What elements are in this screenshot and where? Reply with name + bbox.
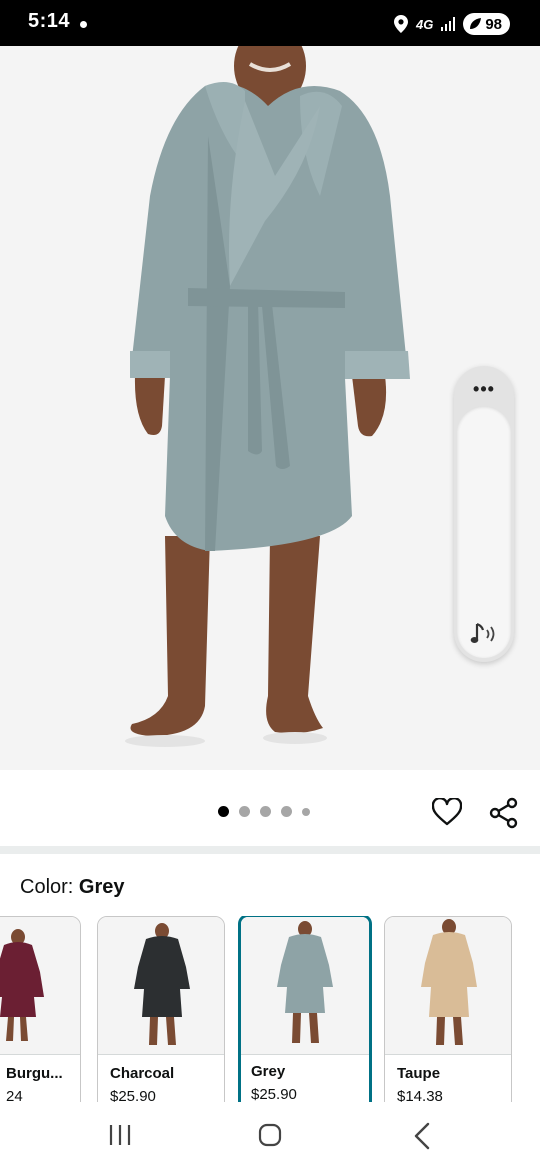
widget-menu-icon[interactable]: •••: [454, 380, 514, 398]
robe-thumbnail: [0, 929, 44, 1041]
pager-dot[interactable]: [281, 806, 292, 817]
swatch-name: Grey: [251, 1063, 286, 1080]
sound-note-icon[interactable]: [468, 618, 500, 650]
pager-dot[interactable]: [260, 806, 271, 817]
status-bar: 5:14 4G 98: [0, 0, 540, 46]
share-icon[interactable]: [489, 797, 519, 829]
swatch-image: [0, 917, 80, 1055]
swatch-price: $14.38: [397, 1088, 443, 1102]
image-pager[interactable]: [218, 806, 310, 817]
floating-audio-widget[interactable]: •••: [454, 366, 514, 662]
swatch-image: [385, 917, 511, 1055]
robe-thumbnail: [134, 923, 190, 1045]
swatch-image: [98, 917, 224, 1055]
product-image[interactable]: •••: [0, 46, 540, 770]
swatch-price: $25.90: [251, 1086, 297, 1102]
selected-color-name: Grey: [78, 876, 125, 898]
color-label: Color: Grey: [20, 876, 125, 899]
color-label-prefix: Color:: [20, 876, 79, 898]
home-icon[interactable]: [258, 1123, 282, 1147]
pager-dot-active[interactable]: [218, 806, 229, 817]
swatch-name: Charcoal: [110, 1065, 175, 1082]
color-swatch-charcoal[interactable]: Charcoal $25.90: [97, 916, 225, 1102]
swatch-price: 24: [6, 1088, 23, 1102]
battery-level: 98: [485, 15, 502, 33]
back-icon[interactable]: [411, 1122, 433, 1150]
status-indicators: 4G 98: [393, 12, 510, 36]
swatch-name: Burgu...: [6, 1065, 63, 1082]
battery-leaf-icon: [470, 18, 482, 29]
status-time: 5:14: [28, 10, 71, 32]
location-icon: [393, 15, 408, 33]
pager-dot[interactable]: [302, 807, 310, 816]
section-divider: [0, 846, 540, 854]
swatch-name: Taupe: [397, 1065, 441, 1082]
network-type: 4G: [415, 16, 434, 32]
robe-thumbnail: [421, 919, 477, 1045]
system-nav-bar: [0, 1102, 540, 1170]
battery-indicator: 98: [463, 13, 510, 35]
signal-icon: [441, 17, 456, 31]
heart-icon[interactable]: [432, 798, 462, 826]
robe-thumbnail: [277, 921, 333, 1043]
color-swatch-taupe[interactable]: Taupe $14.38: [384, 916, 512, 1102]
color-swatch-burgundy[interactable]: Burgu... 24: [0, 916, 81, 1102]
color-swatch-list: Burgu... 24 Charcoal $25.90 Grey $25.90: [0, 916, 540, 1102]
recent-apps-icon[interactable]: [108, 1124, 132, 1146]
image-carousel-controls: [0, 770, 540, 846]
swatch-price: $25.90: [110, 1088, 156, 1102]
pager-dot[interactable]: [239, 806, 250, 817]
color-swatch-grey[interactable]: Grey $25.90: [238, 916, 372, 1102]
swatch-image: [241, 917, 369, 1055]
notification-dot-icon: [80, 21, 87, 28]
